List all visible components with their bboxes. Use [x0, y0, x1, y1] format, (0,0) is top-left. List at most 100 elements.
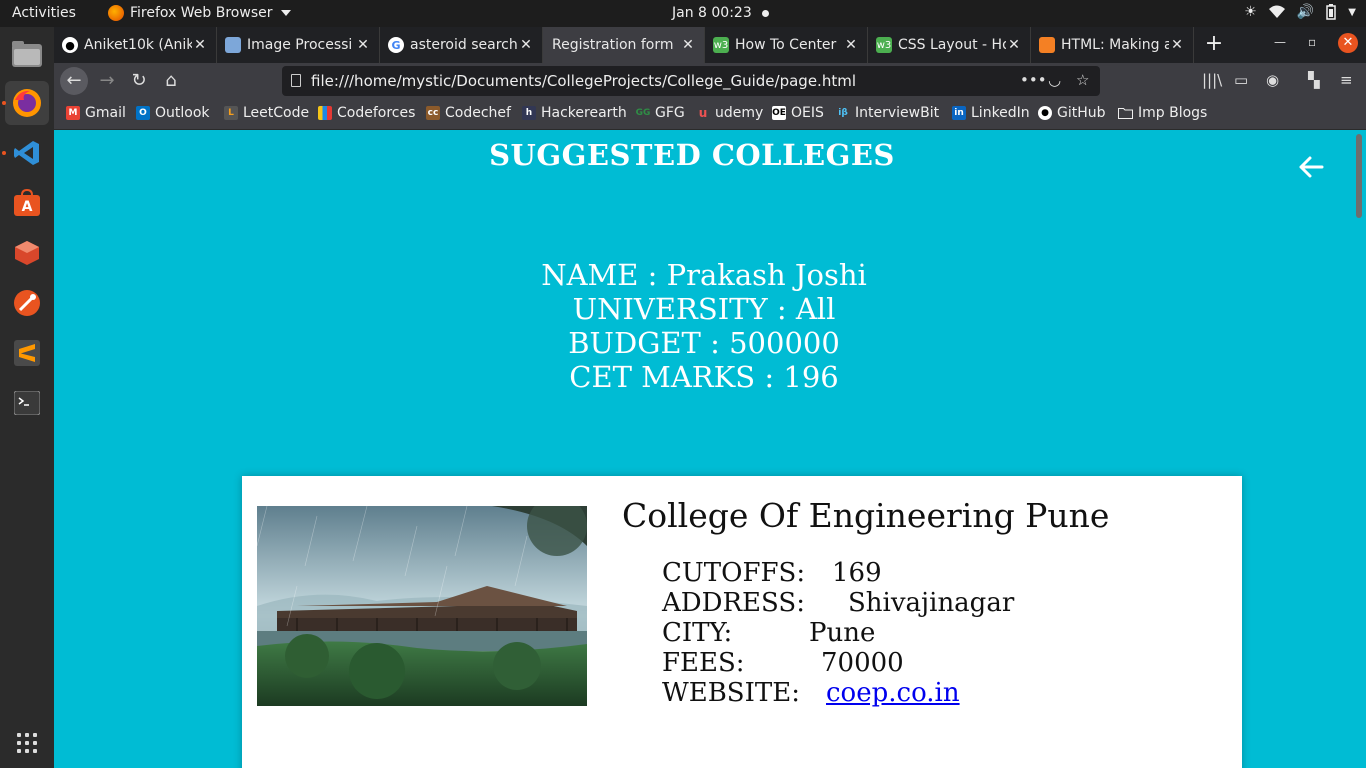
- tab-image-processing[interactable]: Image Processi ✕: [217, 27, 380, 63]
- student-budget: BUDGET : 500000: [568, 326, 840, 360]
- bookmark-leetcode[interactable]: L LeetCode: [224, 105, 309, 121]
- sidebar-icon[interactable]: ▭: [1234, 71, 1248, 89]
- svg-text:A: A: [22, 199, 33, 215]
- tab-asteroid-search[interactable]: G asteroid search ✕: [380, 27, 543, 63]
- tab-label: Aniket10k (Anik: [84, 37, 192, 53]
- bookmark-label: Gmail: [85, 105, 126, 121]
- w3-icon: w3: [876, 37, 892, 53]
- library-icon[interactable]: |||\: [1202, 71, 1222, 89]
- activities-button[interactable]: Activities: [12, 5, 76, 21]
- show-applications-icon[interactable]: [17, 733, 37, 753]
- w3-icon: w3: [713, 37, 729, 53]
- notification-dot-icon: [762, 10, 769, 17]
- bookmark-label: Codeforces: [337, 105, 416, 121]
- close-icon[interactable]: ✕: [680, 37, 696, 53]
- tab-label: Image Processi: [247, 37, 353, 53]
- software-center-icon[interactable]: A: [9, 185, 45, 221]
- account-icon[interactable]: ◉: [1266, 71, 1279, 89]
- bookmark-oeis[interactable]: OE OEIS: [772, 105, 824, 121]
- bookmark-codeforces[interactable]: Codeforces: [318, 105, 415, 121]
- close-icon[interactable]: ✕: [843, 37, 859, 53]
- tab-registration-form[interactable]: Registration form ✕: [543, 27, 705, 63]
- close-icon[interactable]: ✕: [355, 37, 371, 53]
- tab-label: HTML: Making a: [1061, 37, 1169, 53]
- bookmark-outlook[interactable]: O Outlook: [136, 105, 210, 121]
- github-icon: ●: [62, 37, 78, 53]
- google-icon: G: [388, 37, 404, 53]
- navigation-bar: ← → ↻ ⌂ file:///home/mystic/Documents/Co…: [54, 63, 1366, 99]
- vscode-icon[interactable]: [9, 135, 45, 171]
- close-icon[interactable]: ✕: [1169, 37, 1185, 53]
- bookmark-gmail[interactable]: M Gmail: [66, 105, 126, 121]
- extensions-icon[interactable]: ▚: [1308, 71, 1320, 89]
- pocket-icon[interactable]: ◡: [1048, 71, 1061, 89]
- firefox-icon[interactable]: [5, 81, 49, 125]
- tab-html-making[interactable]: HTML: Making a ✕: [1031, 27, 1194, 63]
- files-icon[interactable]: [9, 36, 45, 72]
- website-label: WEBSITE:: [662, 678, 800, 708]
- sublime-text-icon[interactable]: [9, 335, 45, 371]
- system-top-bar: Activities Firefox Web Browser Jan 8 00:…: [0, 0, 1366, 27]
- page-info-icon[interactable]: [291, 74, 301, 87]
- page-scrollbar[interactable]: [1352, 130, 1366, 768]
- scrollbar-thumb[interactable]: [1356, 134, 1362, 218]
- tab-github[interactable]: ● Aniket10k (Anik ✕: [54, 27, 217, 63]
- system-status-area[interactable]: ☀ 🔊 ▼: [1244, 4, 1356, 20]
- tab-label: asteroid search: [410, 37, 518, 53]
- close-icon[interactable]: ✕: [1006, 37, 1022, 53]
- bookmark-label: OEIS: [791, 105, 824, 121]
- forward-button[interactable]: →: [93, 67, 121, 95]
- bookmark-label: GFG: [655, 105, 685, 121]
- close-icon[interactable]: ✕: [192, 37, 208, 53]
- url-text[interactable]: file:///home/mystic/Documents/CollegePro…: [311, 72, 856, 90]
- close-icon[interactable]: ✕: [518, 37, 534, 53]
- terminal-icon[interactable]: [9, 385, 45, 421]
- close-window-button[interactable]: ✕: [1338, 33, 1358, 53]
- bookmark-folder-imp-blogs[interactable]: Imp Blogs: [1118, 105, 1207, 121]
- page-title: SUGGESTED COLLEGES: [489, 138, 895, 172]
- bookmark-github[interactable]: ● GitHub: [1038, 105, 1106, 121]
- college-card: College Of Engineering Pune CUTOFFS: 169…: [242, 476, 1242, 768]
- bookmark-codechef[interactable]: cc Codechef: [426, 105, 511, 121]
- bookmark-linkedin[interactable]: in LinkedIn: [952, 105, 1030, 121]
- app-menu[interactable]: Firefox Web Browser: [108, 5, 291, 21]
- url-bar[interactable]: file:///home/mystic/Documents/CollegePro…: [282, 66, 1100, 96]
- bookmark-hackerearth[interactable]: h Hackerearth: [522, 105, 627, 121]
- maximize-button[interactable]: ▫: [1308, 35, 1316, 49]
- reload-button[interactable]: ↻: [125, 67, 153, 95]
- student-info: NAME : Prakash Joshi UNIVERSITY : All BU…: [54, 258, 1352, 394]
- clock[interactable]: Jan 8 00:23: [672, 5, 752, 21]
- github-icon: ●: [1038, 106, 1052, 120]
- volume-icon: 🔊: [1296, 4, 1315, 20]
- bookmark-star-icon[interactable]: ☆: [1076, 71, 1089, 89]
- bookmark-gfg[interactable]: GG GFG: [636, 105, 685, 121]
- website-link[interactable]: coep.co.in: [826, 678, 960, 708]
- fees-value: 70000: [821, 648, 904, 678]
- address-label: ADDRESS:: [662, 588, 805, 618]
- student-cet-marks: CET MARKS : 196: [569, 360, 839, 394]
- wifi-icon: [1268, 5, 1285, 18]
- tab-label: How To Center: [735, 37, 837, 53]
- tab-label: Registration form: [552, 37, 674, 53]
- back-button[interactable]: ←: [60, 67, 88, 95]
- new-tab-button[interactable]: +: [1202, 33, 1226, 57]
- interviewbit-icon: iβ: [838, 108, 848, 118]
- bookmarks-toolbar: M Gmail O Outlook L LeetCode Codeforces cc C…: [54, 99, 1366, 130]
- bookmark-interviewbit[interactable]: iβ InterviewBit: [836, 105, 939, 121]
- chevron-down-icon: [280, 10, 291, 16]
- back-arrow-icon[interactable]: [1296, 152, 1326, 182]
- cutoffs-label: CUTOFFS:: [662, 558, 806, 588]
- chevron-down-icon: ▼: [1348, 6, 1356, 18]
- codeforces-icon: [318, 106, 332, 120]
- tab-css-layout[interactable]: w3 CSS Layout - Ho ✕: [868, 27, 1031, 63]
- page-actions-icon[interactable]: •••: [1020, 71, 1047, 89]
- bookmark-udemy[interactable]: u udemy: [696, 105, 764, 121]
- home-button[interactable]: ⌂: [157, 67, 185, 95]
- tab-how-to-center[interactable]: w3 How To Center ✕: [705, 27, 868, 63]
- menu-icon[interactable]: ≡: [1340, 71, 1353, 89]
- web-tool-icon[interactable]: [9, 285, 45, 321]
- gmail-icon: M: [66, 106, 80, 120]
- battery-icon: [1326, 4, 1337, 20]
- virtualbox-icon[interactable]: [9, 235, 45, 271]
- minimize-button[interactable]: —: [1274, 35, 1286, 49]
